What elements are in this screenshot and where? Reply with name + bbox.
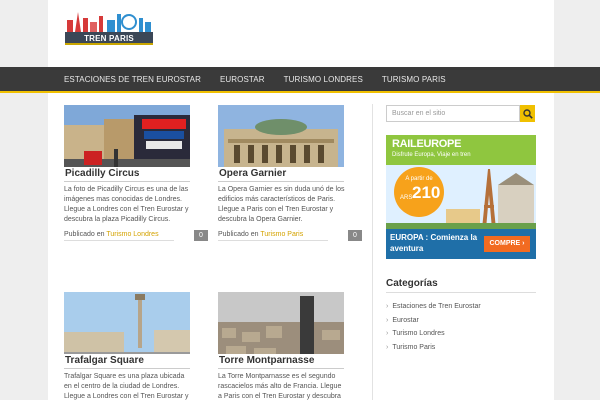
post-excerpt: La foto de Picadilly Circus es una de la… bbox=[64, 186, 189, 223]
post-meta: Publicado en Turismo Paris bbox=[218, 231, 328, 241]
skyline-logo-icon bbox=[67, 12, 151, 32]
category-link[interactable]: Turismo Londres bbox=[386, 327, 536, 341]
ad-price: 210 bbox=[412, 183, 441, 202]
search-input[interactable]: Buscar en el sitio bbox=[386, 105, 520, 122]
categories-divider bbox=[386, 292, 536, 293]
ad-header: RAILEUROPE Disfrute Europa, Viaje en tre… bbox=[386, 135, 536, 165]
nav-item-estaciones[interactable]: Estaciones de Tren Eurostar bbox=[64, 75, 201, 84]
post-category-link[interactable]: Turismo Paris bbox=[260, 231, 303, 238]
categories-list: Estaciones de Tren Eurostar Eurostar Tur… bbox=[386, 300, 536, 354]
main-nav: Estaciones de Tren Eurostar Eurostar Tur… bbox=[0, 67, 600, 93]
post-excerpt: Trafalgar Square es una plaza ubicada en… bbox=[64, 373, 189, 400]
categories-title: Categorías bbox=[386, 278, 438, 289]
post-title[interactable]: Opera Garnier bbox=[218, 167, 344, 181]
logo-text: TREN PARIS LONDRES bbox=[65, 32, 153, 56]
title-underline bbox=[64, 181, 190, 182]
site-header: TREN PARIS LONDRES bbox=[48, 0, 554, 67]
ad-price-badge: A partir de 210 ARS bbox=[394, 167, 444, 217]
post-excerpt: La Opera Garnier es sin duda unó de los … bbox=[218, 186, 345, 223]
search-icon bbox=[522, 108, 533, 119]
post-category-link[interactable]: Turismo Londres bbox=[106, 231, 158, 238]
nav-item-eurostar[interactable]: Eurostar bbox=[220, 75, 265, 84]
meta-prefix: Publicado en bbox=[64, 231, 105, 238]
title-underline bbox=[218, 368, 344, 369]
nav-menu: Estaciones de Tren Eurostar Eurostar Tur… bbox=[64, 67, 465, 91]
ad-tagline: Disfrute Europa, Viaje en tren bbox=[392, 152, 471, 158]
ad-cta-text: EUROPA : Comienza la aventura bbox=[390, 233, 478, 253]
post-title[interactable]: Picadilly Circus bbox=[64, 167, 190, 181]
nav-item-turismo-londres[interactable]: Turismo Londres bbox=[284, 75, 363, 84]
post-title[interactable]: Torre Montparnasse bbox=[218, 354, 344, 368]
post-title[interactable]: Trafalgar Square bbox=[64, 354, 190, 368]
comment-count-badge[interactable]: 0 bbox=[348, 230, 362, 241]
ad-footer: EUROPA : Comienza la aventura COMPRE › bbox=[386, 229, 536, 259]
raileurope-ad[interactable]: RAILEUROPE Disfrute Europa, Viaje en tre… bbox=[386, 135, 536, 259]
ad-currency: ARS bbox=[400, 195, 413, 201]
category-link[interactable]: Eurostar bbox=[386, 314, 536, 328]
title-underline bbox=[64, 368, 190, 369]
nav-item-turismo-paris[interactable]: Turismo Paris bbox=[382, 75, 446, 84]
title-underline bbox=[218, 181, 344, 182]
ad-from-label: A partir de bbox=[405, 176, 433, 182]
category-link[interactable]: Estaciones de Tren Eurostar bbox=[386, 300, 536, 314]
sidebar-divider bbox=[372, 104, 373, 400]
site-logo[interactable]: TREN PARIS LONDRES bbox=[65, 10, 153, 56]
category-link[interactable]: Turismo Paris bbox=[386, 341, 536, 355]
comment-count-badge[interactable]: 0 bbox=[194, 230, 208, 241]
search-button[interactable] bbox=[520, 105, 535, 122]
post-excerpt: La Torre Montparnasse es el segundo rasc… bbox=[218, 373, 342, 400]
ad-buy-button[interactable]: COMPRE › bbox=[484, 236, 530, 252]
ad-brand: RAILEUROPE bbox=[392, 138, 462, 150]
meta-prefix: Publicado en bbox=[218, 231, 259, 238]
post-meta: Publicado en Turismo Londres bbox=[64, 231, 174, 241]
